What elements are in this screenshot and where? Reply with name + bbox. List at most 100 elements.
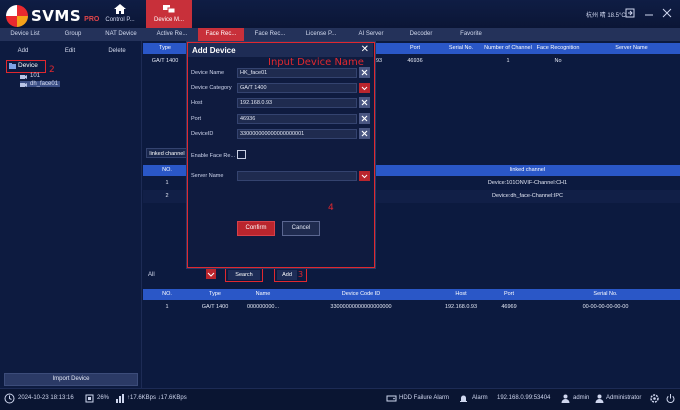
- cell-device-code: 33000000000000000000: [330, 304, 392, 310]
- server-name-select[interactable]: [237, 171, 357, 181]
- cell-no: 2: [165, 193, 169, 199]
- annotation-step-2: 2: [49, 65, 55, 75]
- status-user: admin: [573, 395, 590, 401]
- lock-screen-icon[interactable]: [625, 8, 635, 18]
- field-label: DeviceID: [191, 131, 214, 137]
- column-header: Type: [209, 291, 221, 297]
- field-label: Device Name: [191, 70, 225, 76]
- tab-favorite[interactable]: Favorite: [446, 28, 496, 41]
- tab-device-list[interactable]: Device List: [0, 28, 50, 41]
- tab-active-register[interactable]: Active Re...: [146, 28, 198, 41]
- status-cpu: 26%: [97, 395, 110, 401]
- column-header: Type: [159, 45, 171, 51]
- filter-dropdown[interactable]: [206, 269, 216, 279]
- role-icon: [595, 394, 604, 403]
- close-icon[interactable]: ✕: [361, 44, 369, 55]
- clock-icon: [4, 393, 15, 404]
- column-header: Server Name: [615, 45, 648, 51]
- add-device-button[interactable]: Add: [0, 45, 46, 57]
- annotation-step-3: 3: [298, 270, 304, 279]
- clear-icon[interactable]: [359, 113, 370, 124]
- add-device-dialog: Add Device ✕ Input Device Name Device Na…: [187, 42, 375, 268]
- field-label: Enable Face Re...: [191, 153, 236, 159]
- network-icon: [116, 394, 124, 403]
- column-header: Face Recognition: [536, 45, 580, 51]
- filter-label: All: [148, 272, 155, 278]
- column-header: Number of Channel: [484, 45, 532, 51]
- alarm-bell-icon[interactable]: [458, 393, 469, 404]
- search-button[interactable]: Search: [228, 270, 260, 280]
- field-label: Device Category: [191, 85, 232, 91]
- dialog-title: Add Device: [192, 46, 236, 55]
- edit-device-button[interactable]: Edit: [47, 45, 93, 57]
- enable-face-recognition-checkbox[interactable]: [237, 150, 246, 159]
- clear-icon[interactable]: [359, 128, 370, 139]
- user-icon: [561, 394, 570, 403]
- app-logo: SVMS PRO: [6, 5, 99, 27]
- chevron-down-icon[interactable]: [359, 171, 370, 181]
- host-input[interactable]: 192.168.0.93: [237, 98, 357, 108]
- add-searched-device-button[interactable]: Add: [277, 270, 297, 280]
- cell-linked-channel: Device:dh_face-Channel:IPC: [492, 193, 563, 199]
- cell-linked-channel: Device:101ONVIF-Channel:CH1: [487, 180, 568, 186]
- confirm-button[interactable]: Confirm: [237, 221, 275, 236]
- cancel-button[interactable]: Cancel: [282, 221, 320, 236]
- cell-host: 192.168.0.93: [444, 304, 478, 310]
- tab-license-plate[interactable]: License P...: [296, 28, 346, 41]
- power-icon[interactable]: [665, 393, 676, 404]
- cell-channels: 1: [506, 58, 510, 64]
- tree-node-device[interactable]: Device: [6, 60, 46, 73]
- tree-node-label: Device: [18, 62, 38, 69]
- chevron-down-icon[interactable]: [359, 83, 370, 93]
- delete-device-button[interactable]: Delete: [94, 45, 140, 57]
- tab-nat-device[interactable]: NAT Device: [96, 28, 146, 41]
- logo-mark-icon: [6, 5, 28, 27]
- annotation-input-device-name: Input Device Name: [268, 57, 364, 68]
- gear-icon[interactable]: [649, 393, 660, 404]
- cell-port: 46936: [407, 58, 423, 64]
- cell-name: 000000000...: [246, 304, 280, 310]
- column-header: Device Code ID: [341, 291, 381, 297]
- device-category-select[interactable]: GA/T 1400: [237, 83, 357, 93]
- field-label: Server Name: [191, 173, 224, 179]
- home-icon: [114, 4, 126, 14]
- field-label: Host: [191, 100, 203, 106]
- clear-icon[interactable]: [359, 67, 370, 78]
- module-tab-label: Control P...: [105, 17, 135, 23]
- minimize-icon[interactable]: [644, 8, 654, 18]
- folder-icon: [9, 63, 16, 69]
- device-id-input[interactable]: 330000000000000000001: [237, 129, 357, 139]
- column-header: NO.: [162, 291, 172, 297]
- column-header: Host: [455, 291, 467, 297]
- cell-no: 1: [165, 304, 169, 310]
- tab-decoder[interactable]: Decoder: [396, 28, 446, 41]
- import-device-button[interactable]: Import Device: [4, 373, 138, 386]
- camera-icon: [20, 75, 27, 79]
- cell-face-recognition: No: [554, 58, 562, 64]
- hdd-icon[interactable]: [386, 393, 397, 404]
- device-name-input[interactable]: HK_face01: [237, 68, 357, 78]
- status-network-speed: ↑17.6KBps ↓17.6KBps: [127, 395, 187, 401]
- tab-ai-server[interactable]: AI Server: [346, 28, 396, 41]
- tree-node-dh-face01[interactable]: dh_face01: [20, 81, 61, 87]
- status-role: Administrator: [606, 395, 642, 401]
- tree-node-label: dh_face01: [30, 81, 59, 87]
- annotation-step-4: 4: [328, 203, 334, 213]
- logo-text: SVMS: [31, 7, 82, 25]
- close-window-icon[interactable]: [662, 8, 672, 18]
- clear-icon[interactable]: [359, 97, 370, 108]
- module-tab-control-panel[interactable]: Control P...: [97, 0, 143, 28]
- tab-face-recognition-1[interactable]: Face Rec...: [198, 28, 244, 41]
- tab-group[interactable]: Group: [50, 28, 96, 41]
- status-hdd-failure-alarm[interactable]: HDD Failure Alarm: [399, 395, 449, 401]
- port-input[interactable]: 46936: [237, 114, 357, 124]
- tree-node-101[interactable]: 101: [20, 73, 40, 79]
- module-tab-device-manage[interactable]: Device M...: [146, 0, 192, 28]
- module-tab-label: Device M...: [153, 17, 184, 23]
- tab-face-recognition-2[interactable]: Face Rec...: [244, 28, 296, 41]
- status-ip: 192.168.0.99:53404: [497, 395, 551, 401]
- status-alarm[interactable]: Alarm: [472, 395, 488, 401]
- sub-tab-bar: Device List Group NAT Device Active Re..…: [0, 28, 680, 41]
- cell-no: 1: [165, 180, 169, 186]
- table-row[interactable]: 1 GA/T 1400 000000000... 330000000000000…: [143, 301, 680, 314]
